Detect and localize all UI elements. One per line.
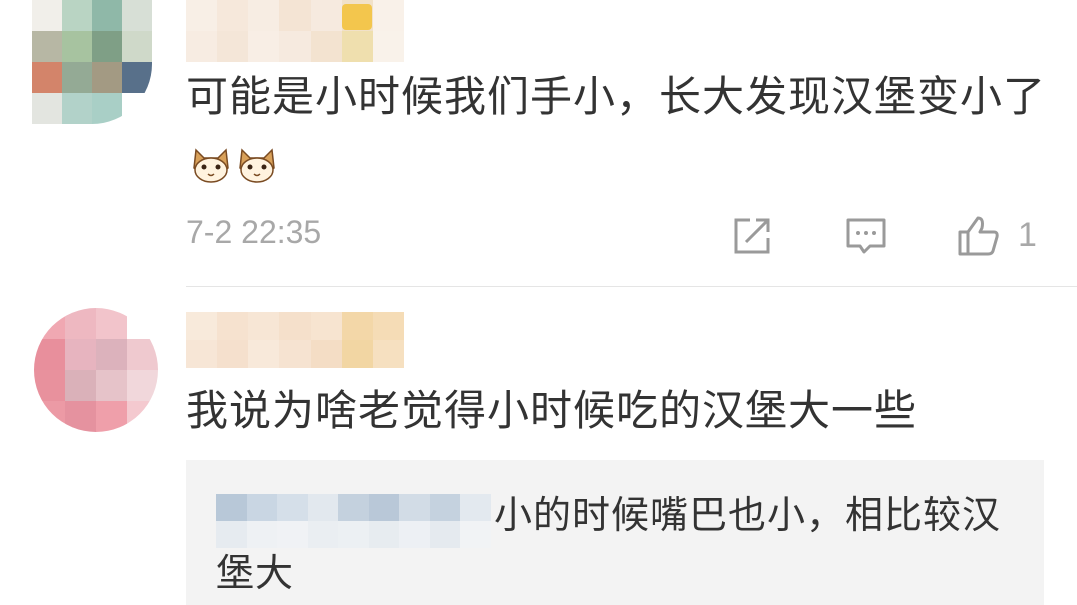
comment-button[interactable]	[844, 214, 888, 258]
avatar[interactable]	[32, 0, 152, 124]
comment-body: 可能是小时候我们手小，长大发现汉堡变小了	[186, 72, 1047, 121]
repost-icon	[734, 218, 770, 254]
username-blurred[interactable]	[186, 312, 404, 368]
comment-timestamp: 7-2 22:35	[186, 214, 322, 250]
comment-text: 可能是小时候我们手小，长大发现汉堡变小了	[186, 66, 1056, 193]
vip-badge-icon	[342, 4, 372, 30]
comment-text: 我说为啥老觉得小时候吃的汉堡大一些	[186, 386, 918, 435]
repost-button[interactable]	[730, 214, 774, 258]
like-button[interactable]	[956, 214, 1000, 258]
cat-face-emoji	[236, 131, 278, 193]
cat-face-emoji	[190, 131, 232, 193]
reply-text: 小的时候嘴巴也小，相比较汉堡大	[216, 486, 1026, 602]
like-icon	[958, 216, 999, 256]
avatar[interactable]	[34, 308, 158, 432]
comment-icon	[846, 218, 886, 254]
divider	[186, 286, 1077, 287]
reply-body: 小的时候嘴巴也小，相比较汉堡大	[216, 493, 1002, 595]
like-count: 1	[1018, 216, 1037, 254]
